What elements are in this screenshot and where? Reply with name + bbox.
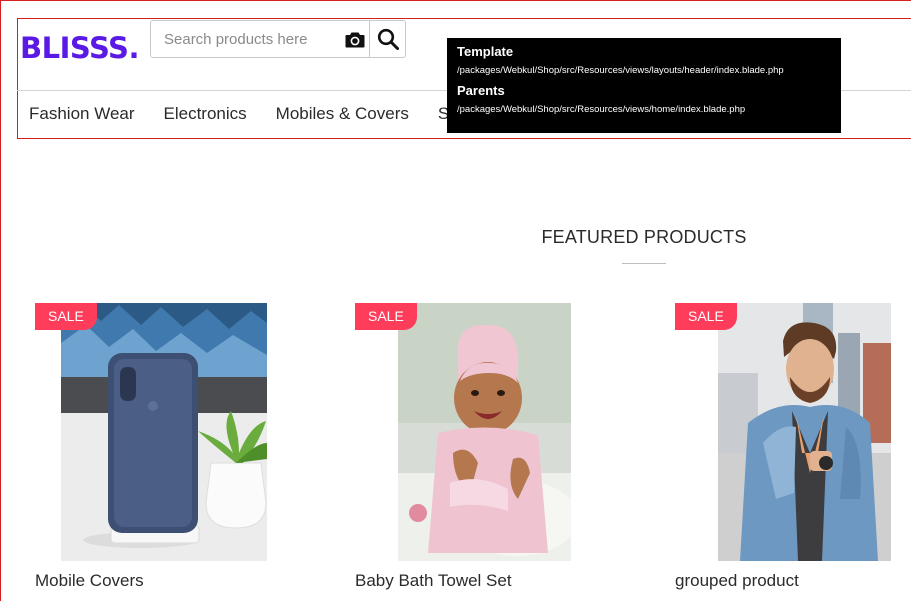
product-card-grouped-product[interactable]: SALE grouped product	[675, 303, 911, 601]
sale-badge: SALE	[675, 303, 737, 330]
sale-badge: SALE	[355, 303, 417, 330]
product-image-mobile-covers[interactable]	[61, 303, 267, 561]
nav-item-electronics[interactable]: Electronics	[164, 104, 247, 124]
sale-badge: SALE	[35, 303, 97, 330]
logo-dot: .	[128, 31, 139, 65]
search-bar	[150, 20, 406, 58]
search-icon[interactable]	[369, 21, 405, 57]
product-image-grouped-product[interactable]	[718, 303, 891, 561]
category-nav: Fashion Wear Electronics Mobiles & Cover…	[29, 104, 478, 124]
site-logo[interactable]: BLISSS.	[20, 30, 139, 66]
search-input[interactable]	[151, 21, 341, 57]
section-title: FEATURED PRODUCTS	[541, 227, 747, 247]
camera-icon[interactable]	[341, 21, 369, 57]
product-card-mobile-covers[interactable]: SALE Mobile Covers	[35, 303, 315, 601]
logo-text: BLISSS	[20, 31, 129, 65]
tooltip-template-path: /packages/Webkul/Shop/src/Resources/view…	[457, 65, 784, 76]
product-name[interactable]: Baby Bath Towel Set	[355, 571, 512, 591]
product-card-baby-bath-towel-set[interactable]: SALE Baby Bath Towel Set	[355, 303, 635, 601]
tooltip-template-label: Template	[457, 44, 514, 59]
nav-item-mobiles-covers[interactable]: Mobiles & Covers	[276, 104, 409, 124]
tooltip-parents-label: Parents	[457, 83, 505, 98]
product-name[interactable]: grouped product	[675, 571, 799, 591]
product-name[interactable]: Mobile Covers	[35, 571, 144, 591]
tooltip-parents-path: /packages/Webkul/Shop/src/Resources/view…	[457, 104, 746, 115]
nav-item-fashion-wear[interactable]: Fashion Wear	[29, 104, 135, 124]
product-image-baby-bath-towel-set[interactable]	[398, 303, 571, 561]
debug-template-tooltip: Template /packages/Webkul/Shop/src/Resou…	[447, 38, 841, 133]
title-underline	[622, 263, 666, 264]
